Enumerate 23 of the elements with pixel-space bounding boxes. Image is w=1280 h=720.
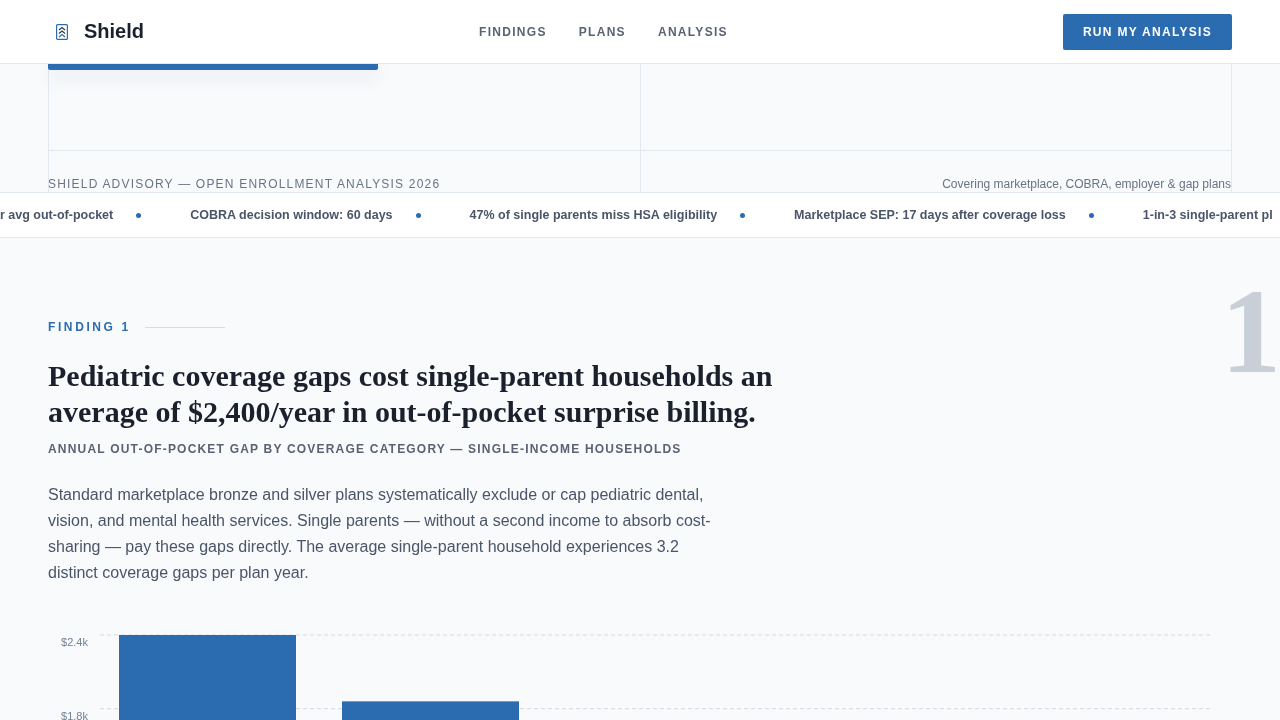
- hero-caption: SHIELD ADVISORY — OPEN ENROLLMENT ANALYSIS 2026: [48, 177, 441, 191]
- nav-link[interactable]: PLANS: [578, 24, 626, 39]
- run-analysis-button[interactable]: RUN MY ANALYSIS: [1062, 13, 1232, 50]
- bullet-dot-icon: [1088, 212, 1094, 218]
- finding-title: Pediatric coverage gaps cost single-parent households an average of $2,400/year in out-of-pocket surprise billing.: [48, 358, 774, 430]
- bullet-dot-icon: [136, 212, 142, 218]
- finding-subtitle: ANNUAL OUT-OF-POCKET GAP BY COVERAGE CATEGORY — SINGLE-INCOME HOUSEHOLDS: [48, 442, 683, 456]
- nav-link[interactable]: ANALYSIS: [657, 24, 728, 39]
- chevron-badge-icon: [56, 23, 68, 40]
- ticker-item: r avg out-of-pocket: [0, 208, 114, 222]
- ticker-item: COBRA decision window: 60 days: [190, 208, 393, 222]
- ticker-item: 47% of single parents miss HSA eligibility: [469, 208, 718, 222]
- logo-wordmark[interactable]: Shield: [84, 20, 144, 43]
- finding-paragraph: Standard marketplace bronze and silver plans systematically exclude or cap pediatric dental, vision, and mental health services. Single parents — without a second income to absorb cost-sharing — pay these gaps directly. The average single-parent household experiences 3.2 distinct coverage gaps per plan year.: [48, 485, 712, 583]
- bullet-dot-icon: [415, 212, 421, 218]
- axis-tick-label: $2.4k: [61, 636, 88, 648]
- ticker-item: 1-in-3 single-parent pl: [1142, 208, 1273, 222]
- axis-tick-label: $1.8k: [61, 709, 88, 720]
- ticker-item: Marketplace SEP: 17 days after coverage loss: [794, 208, 1066, 222]
- finding-label: FINDING 1: [48, 320, 131, 334]
- bullet-dot-icon: [740, 212, 746, 218]
- nav-link[interactable]: FINDINGS: [479, 24, 547, 39]
- hero-caption: Covering marketplace, COBRA, employer & gap plans: [942, 177, 1231, 191]
